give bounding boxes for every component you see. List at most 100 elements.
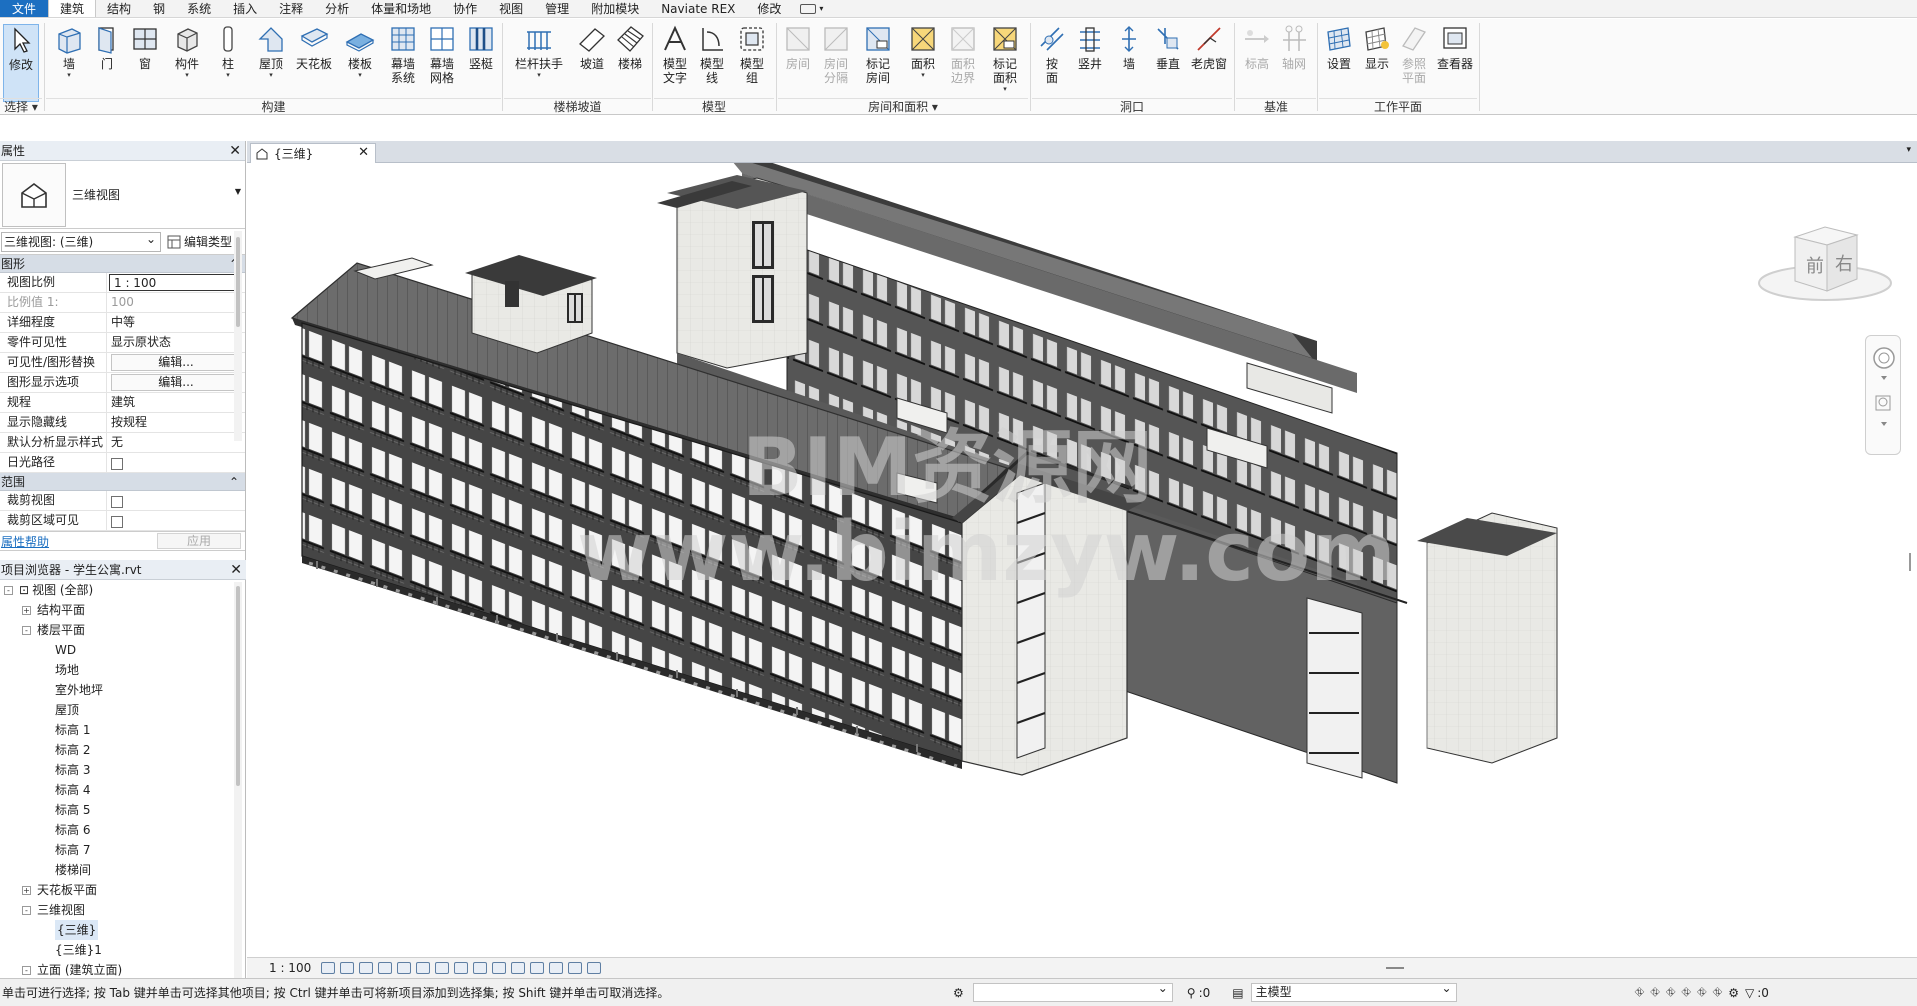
- menu-tab-11[interactable]: 管理: [534, 0, 580, 17]
- steering-wheel-icon[interactable]: [1873, 347, 1895, 369]
- editable-only-icon[interactable]: ⚲: [1187, 986, 1196, 1000]
- collapse-icon[interactable]: -: [22, 905, 31, 915]
- property-value[interactable]: 中等: [107, 313, 245, 332]
- property-row[interactable]: 图形显示选项 编辑...: [0, 373, 245, 393]
- reveal-constraints-icon[interactable]: [587, 962, 602, 974]
- lightbulb-icon[interactable]: [511, 962, 526, 974]
- collapse-icon[interactable]: -: [22, 965, 31, 975]
- property-row[interactable]: 零件可见性 显示原状态: [0, 333, 245, 353]
- render-icon[interactable]: [397, 962, 412, 974]
- expand-icon[interactable]: +: [22, 885, 31, 895]
- tree-node[interactable]: + 天花板平面: [0, 880, 246, 900]
- property-checkbox[interactable]: [111, 516, 123, 528]
- group-graphics[interactable]: 图形 ⌃: [0, 255, 245, 273]
- properties-scrollbar[interactable]: [234, 231, 242, 441]
- property-value[interactable]: 1 : 100: [109, 274, 241, 291]
- edit-type-button[interactable]: 编辑类型: [167, 233, 232, 250]
- window-button[interactable]: 窗: [128, 24, 162, 102]
- set-workplane-button[interactable]: 设置: [1322, 24, 1356, 102]
- modify-button[interactable]: 修改: [3, 24, 39, 102]
- property-value[interactable]: 按规程: [107, 413, 245, 432]
- properties-help-link[interactable]: 属性帮助: [0, 533, 49, 550]
- tree-node[interactable]: 室外地坪: [0, 680, 246, 700]
- show-workplane-button[interactable]: 显示: [1360, 24, 1394, 102]
- curtain-grid-button[interactable]: 幕墙 网格: [424, 24, 460, 102]
- background-process-icon[interactable]: ⛗: [1713, 985, 1723, 1000]
- design-options-icon[interactable]: ▤: [1232, 986, 1243, 1000]
- menu-tab-14[interactable]: 修改: [746, 0, 792, 17]
- tree-node[interactable]: - ⊡ 视图 (全部): [0, 580, 246, 600]
- collapse-icon[interactable]: ⌃: [229, 475, 239, 489]
- property-value[interactable]: 编辑...: [107, 353, 245, 372]
- worksets-icon[interactable]: ⚙: [953, 986, 964, 1000]
- menu-tab-4[interactable]: 系统: [176, 0, 222, 17]
- select-panel-label[interactable]: 选择 ▾: [0, 98, 42, 114]
- temporary-view-properties-icon[interactable]: [530, 962, 545, 974]
- building-3d-model[interactable]: [247, 163, 1917, 957]
- sun-path-icon[interactable]: [359, 962, 374, 974]
- shaft-button[interactable]: 竖井: [1073, 24, 1107, 102]
- edit-button[interactable]: 编辑...: [111, 354, 241, 371]
- property-row[interactable]: 详细程度 中等: [0, 313, 245, 333]
- temporary-hide-icon[interactable]: [473, 962, 488, 974]
- expand-icon[interactable]: +: [22, 605, 31, 615]
- analytical-model-icon[interactable]: [549, 962, 564, 974]
- property-row[interactable]: 比例值 1: 100: [0, 293, 245, 313]
- tree-node[interactable]: 标高 1: [0, 720, 246, 740]
- stair-button[interactable]: 楼梯: [613, 24, 647, 102]
- collapse-icon[interactable]: -: [22, 625, 31, 635]
- ramp-button[interactable]: 坡道: [575, 24, 609, 102]
- chevron-down-icon[interactable]: ▼: [235, 187, 241, 196]
- ref-plane-button[interactable]: 参照 平面: [1397, 24, 1431, 102]
- browser-scrollbar[interactable]: [234, 582, 242, 982]
- room-button[interactable]: 房间: [781, 24, 815, 102]
- instance-selector[interactable]: 三维视图: (三维): [1, 230, 161, 252]
- menu-tab-0[interactable]: 文件: [0, 0, 49, 17]
- viewcube[interactable]: 前 右: [1747, 213, 1897, 323]
- model-group-button[interactable]: 模型 组: [734, 24, 770, 102]
- property-row[interactable]: 视图比例 1 : 100: [0, 273, 245, 293]
- property-value[interactable]: [107, 491, 245, 510]
- menu-tab-10[interactable]: 视图: [488, 0, 534, 17]
- menu-tab-5[interactable]: 插入: [222, 0, 268, 17]
- menu-tab-1[interactable]: 建筑: [48, 0, 97, 17]
- menu-tab-7[interactable]: 分析: [314, 0, 360, 17]
- room-area-panel-label[interactable]: 房间和面积 ▾: [778, 98, 1028, 114]
- apply-button[interactable]: 应用: [157, 533, 241, 549]
- visual-style-icon[interactable]: [340, 962, 355, 974]
- select-underlay-icon[interactable]: ⛗: [1650, 985, 1660, 1000]
- view-scale[interactable]: 1 : 100: [269, 961, 311, 975]
- crop-view-icon[interactable]: [416, 962, 431, 974]
- resize-grip[interactable]: [1386, 967, 1405, 969]
- by-face-button[interactable]: 按 面: [1036, 24, 1068, 102]
- property-row[interactable]: 默认分析显示样式无: [0, 433, 245, 453]
- opening-wall-button[interactable]: 墙: [1114, 24, 1144, 102]
- tree-node[interactable]: - 楼层平面: [0, 620, 246, 640]
- viewer-button[interactable]: 查看器: [1435, 24, 1475, 102]
- grid-button[interactable]: 轴网: [1277, 24, 1311, 102]
- tree-node[interactable]: + 结构平面: [0, 600, 246, 620]
- model-line-button[interactable]: 模型 线: [695, 24, 729, 102]
- level-button[interactable]: 标高: [1240, 24, 1274, 102]
- edit-button[interactable]: 编辑...: [111, 374, 241, 391]
- tree-node[interactable]: 标高 2: [0, 740, 246, 760]
- tree-node[interactable]: {三维}1: [0, 940, 246, 960]
- property-value[interactable]: 无: [107, 433, 245, 452]
- property-value[interactable]: 建筑: [107, 393, 245, 412]
- drag-on-selection-icon[interactable]: ⛗: [1697, 985, 1707, 1000]
- property-checkbox[interactable]: [111, 496, 123, 508]
- select-by-face-icon[interactable]: ⛗: [1681, 985, 1691, 1000]
- select-pinned-icon[interactable]: ⛗: [1666, 985, 1676, 1000]
- shadows-icon[interactable]: [378, 962, 393, 974]
- detail-level-icon[interactable]: [321, 962, 336, 974]
- tree-node[interactable]: 楼梯间: [0, 860, 246, 880]
- tree-node[interactable]: WD: [0, 640, 246, 660]
- tree-node[interactable]: {三维}: [0, 920, 246, 940]
- menu-tab-6[interactable]: 注释: [268, 0, 314, 17]
- tree-node[interactable]: 标高 7: [0, 840, 246, 860]
- menu-tab-3[interactable]: 钢: [142, 0, 176, 17]
- drawing-area[interactable]: BIM资源网 www.bimzyw.com 前 右: [247, 163, 1917, 957]
- select-links-icon[interactable]: ⛗: [1635, 985, 1645, 1000]
- tree-node[interactable]: 标高 5: [0, 800, 246, 820]
- highlight-displacement-icon[interactable]: [568, 962, 583, 974]
